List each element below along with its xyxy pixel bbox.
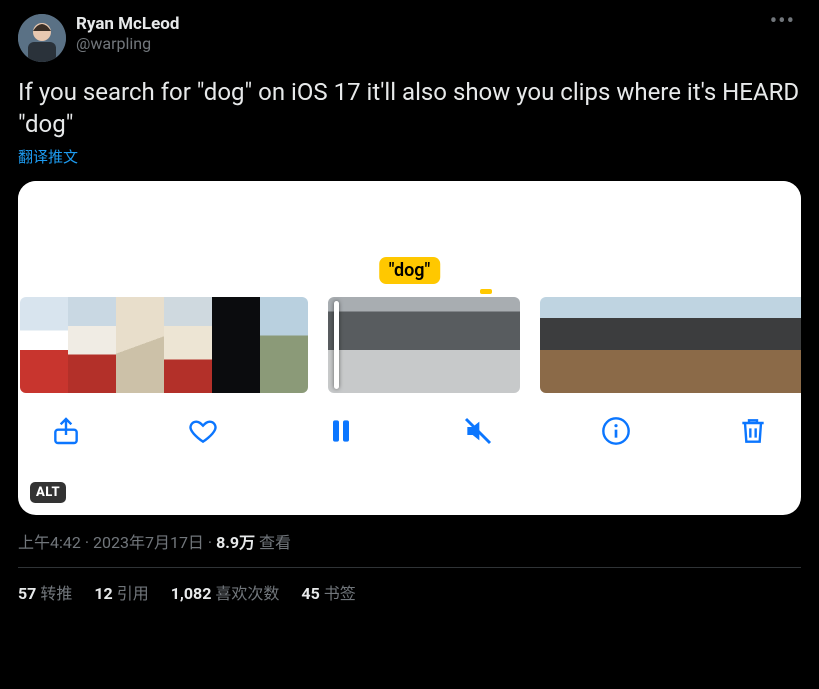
media-top: "dog" [18,181,801,297]
clip-3[interactable] [540,297,801,393]
media-card[interactable]: "dog" [18,181,801,515]
author-block[interactable]: Ryan McLeod @warpling [76,14,764,54]
stat-retweets[interactable]: 57转推 [18,580,72,604]
like-button[interactable] [185,413,221,449]
speaker-muted-icon [462,415,494,447]
share-button[interactable] [48,413,84,449]
trash-button[interactable] [735,413,771,449]
tweet-stats: 57转推 12引用 1,082喜欢次数 45书签 [18,580,801,604]
caption-tick [480,289,492,294]
tweet-container: Ryan McLeod @warpling ••• If you search … [0,0,819,614]
clip-2-selected[interactable] [328,297,520,393]
media-toolbar [18,393,801,459]
pause-button[interactable] [323,413,359,449]
display-name: Ryan McLeod [76,14,764,34]
clip-1[interactable] [20,297,308,393]
stat-bookmarks[interactable]: 45书签 [301,580,355,604]
tweet-time[interactable]: 上午4:42 [18,533,81,552]
tweet-meta: 上午4:42 · 2023年7月17日 · 8.9万 查看 [18,529,801,553]
handle: @warpling [76,34,764,54]
avatar[interactable] [18,14,66,62]
tweet-header: Ryan McLeod @warpling ••• [18,14,801,62]
caption-chip: "dog" [379,257,441,284]
alt-badge[interactable]: ALT [30,482,66,503]
pause-icon [325,415,357,447]
stat-quotes[interactable]: 12引用 [94,580,148,604]
views-count: 8.9万 [216,533,255,552]
divider [18,567,801,568]
clip-strip[interactable] [18,297,801,393]
tweet-text: If you search for "dog" on iOS 17 it'll … [18,76,801,140]
translate-link[interactable]: 翻译推文 [18,146,801,167]
tweet-date[interactable]: 2023年7月17日 [93,533,204,552]
info-icon [600,415,632,447]
stat-likes[interactable]: 1,082喜欢次数 [171,580,280,604]
trash-icon [737,415,769,447]
heart-icon [187,415,219,447]
views-label: 查看 [255,533,291,552]
share-icon [50,415,82,447]
mute-button[interactable] [460,413,496,449]
info-button[interactable] [598,413,634,449]
more-button[interactable]: ••• [764,14,801,30]
